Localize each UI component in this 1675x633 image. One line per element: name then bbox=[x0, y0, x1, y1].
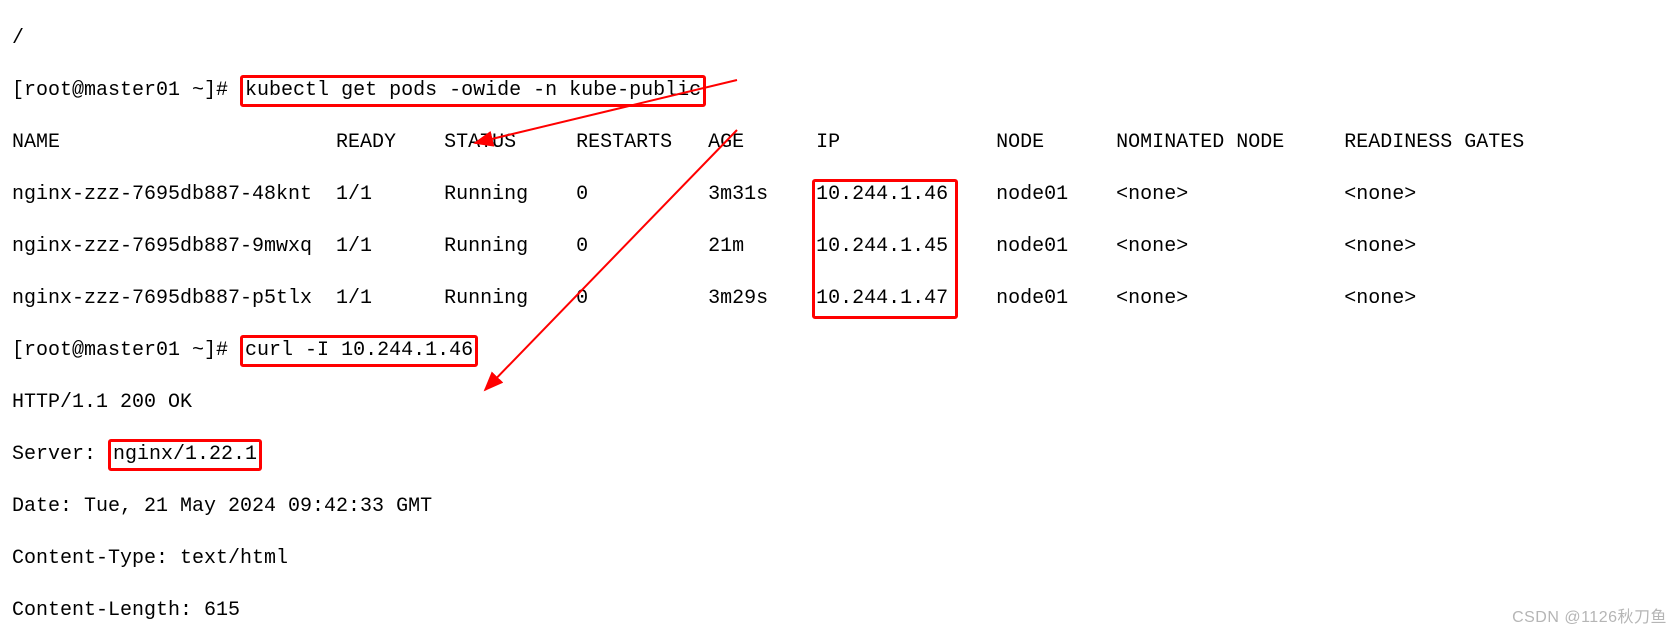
http-status: HTTP/1.1 200 OK bbox=[12, 390, 1663, 416]
prompt: [root@master01 ~]# bbox=[12, 79, 240, 102]
command-curl-1: curl -I 10.244.1.46 bbox=[240, 335, 478, 367]
terminal-output: / [root@master01 ~]# kubectl get pods -o… bbox=[0, 0, 1675, 633]
prompt: [root@master01 ~]# bbox=[12, 339, 240, 362]
watermark: CSDN @1126秋刀鱼 bbox=[1512, 603, 1667, 627]
table-row: nginx-zzz-7695db887-p5tlx 1/1 Running 0 … bbox=[12, 286, 1663, 312]
http-server: Server: nginx/1.22.1 bbox=[12, 442, 1663, 468]
prompt-line-1[interactable]: [root@master01 ~]# kubectl get pods -owi… bbox=[12, 78, 1663, 104]
table-header: NAME READY STATUS RESTARTS AGE IP NODE N… bbox=[12, 130, 1663, 156]
table-row: nginx-zzz-7695db887-9mwxq 1/1 Running 0 … bbox=[12, 234, 1663, 260]
http-header: Date: Tue, 21 May 2024 09:42:33 GMT bbox=[12, 494, 1663, 520]
http-header: Content-Type: text/html bbox=[12, 546, 1663, 572]
table-row: nginx-zzz-7695db887-48knt 1/1 Running 0 … bbox=[12, 182, 1663, 208]
slash-line: / bbox=[12, 26, 1663, 52]
server-version: nginx/1.22.1 bbox=[108, 439, 262, 471]
http-header: Content-Length: 615 bbox=[12, 598, 1663, 624]
prompt-line-2[interactable]: [root@master01 ~]# curl -I 10.244.1.46 bbox=[12, 338, 1663, 364]
command-kubectl: kubectl get pods -owide -n kube-public bbox=[240, 75, 706, 107]
